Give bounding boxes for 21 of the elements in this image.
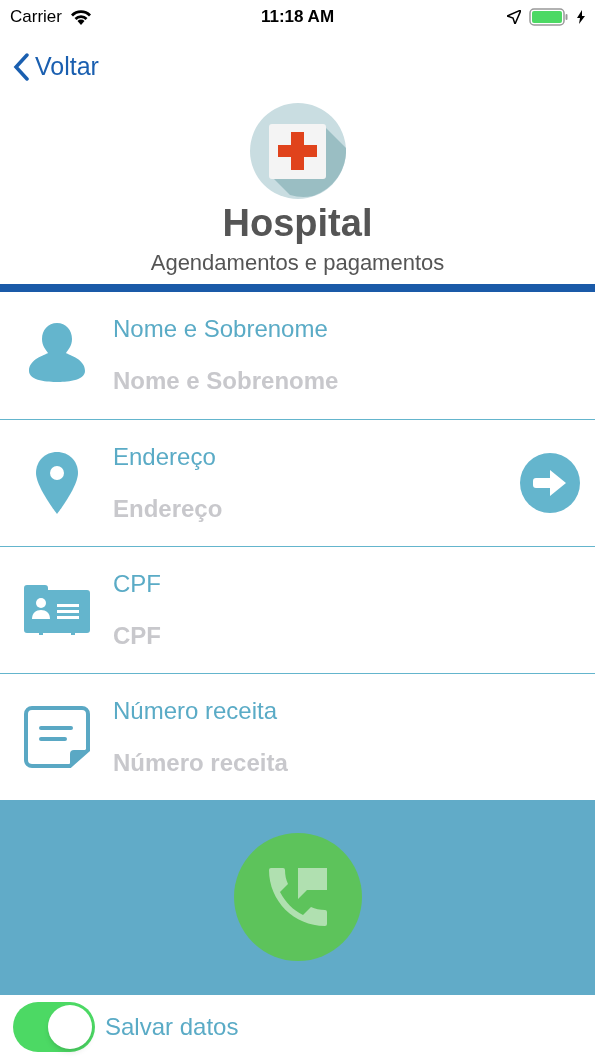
switch-label: Salvar datos — [105, 1012, 239, 1043]
arrow-right-icon — [533, 468, 567, 497]
location-arrow-icon — [507, 9, 521, 24]
id-card-icon — [24, 584, 90, 635]
back-button[interactable]: Voltar — [13, 48, 99, 86]
field-label: CPF — [113, 568, 162, 599]
location-pin-icon — [36, 451, 78, 514]
field-label: Número receita — [113, 695, 279, 726]
charging-icon — [577, 9, 585, 24]
battery-icon — [529, 7, 569, 26]
phone-message-icon — [268, 868, 327, 927]
field-label: Endereço — [113, 441, 217, 472]
save-switch[interactable] — [13, 1002, 95, 1053]
note-icon — [24, 705, 90, 768]
clock: 11:18 AM — [260, 6, 335, 29]
chevron-left-icon — [13, 52, 29, 81]
wifi-icon — [69, 8, 92, 25]
app-subtitle: Agendamentos e pagamentos — [150, 248, 445, 277]
app-title: Hospital — [222, 200, 373, 245]
carrier-label: Carrier — [10, 6, 62, 29]
field-label: Nome e Sobrenome — [113, 314, 329, 345]
